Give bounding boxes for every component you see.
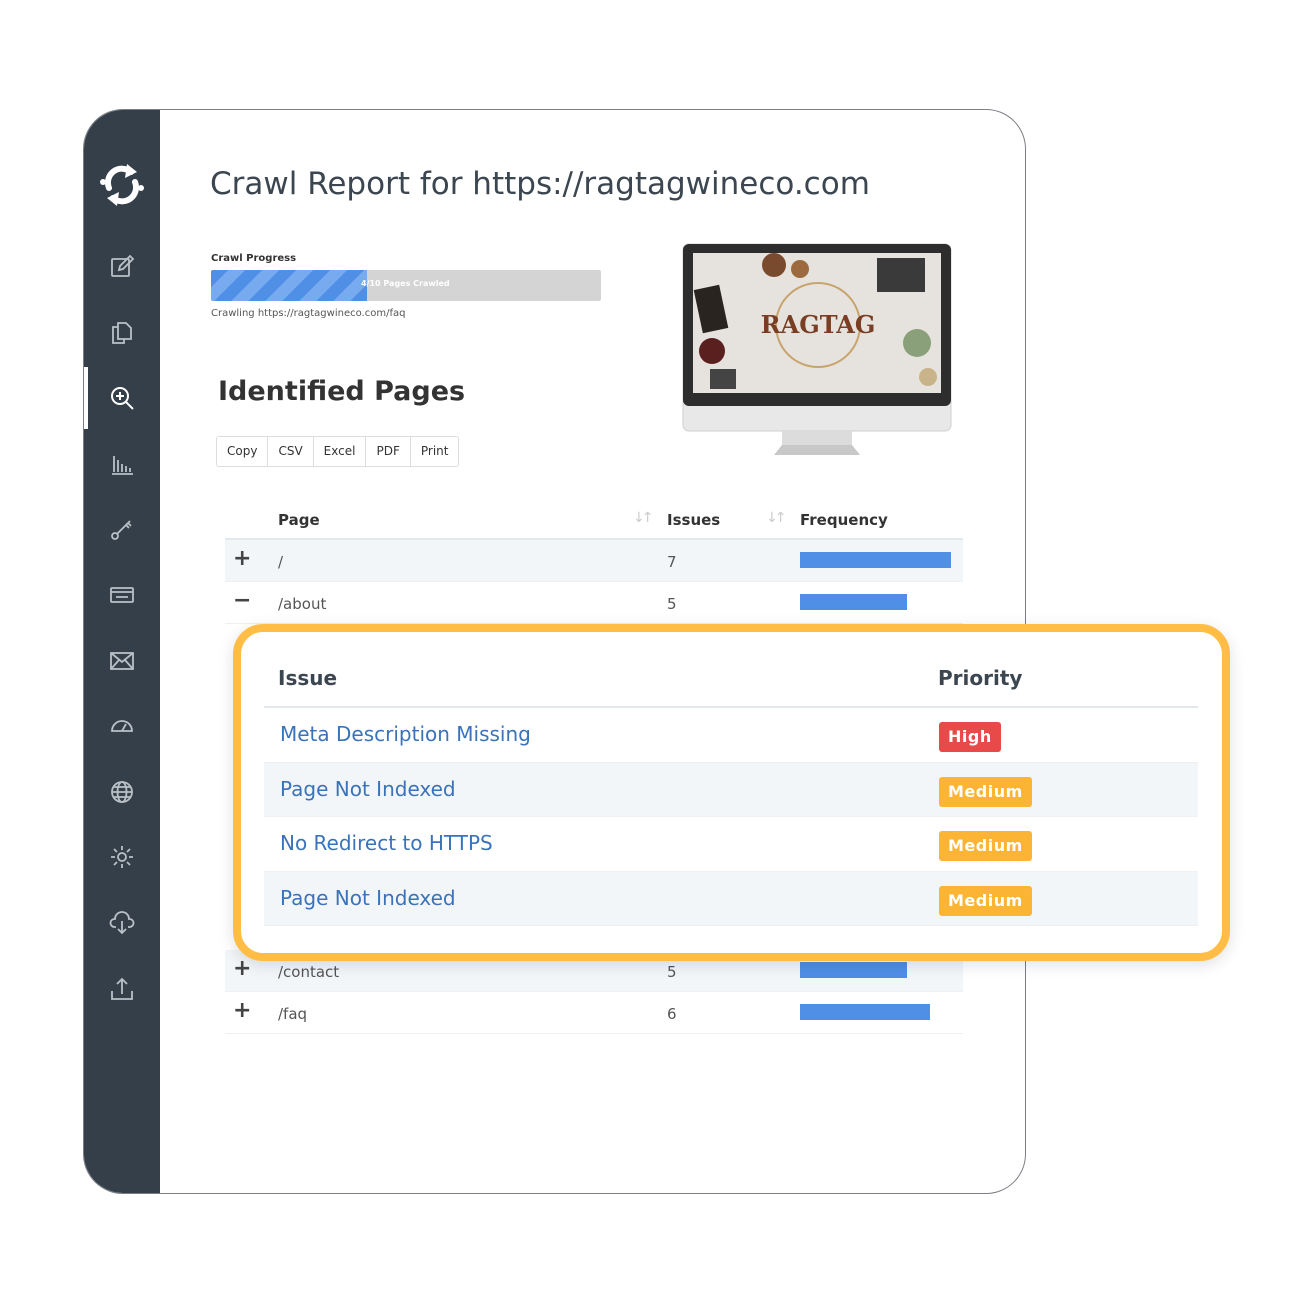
- crawl-progress-bar: 4/10 Pages Crawled: [211, 270, 601, 301]
- frequency-bar: [800, 594, 907, 610]
- export-button-group: Copy CSV Excel PDF Print: [216, 436, 460, 467]
- page-path: /faq: [278, 1005, 308, 1023]
- chart-icon: [112, 456, 133, 475]
- pdf-button[interactable]: PDF: [366, 437, 411, 466]
- crawling-status: Crawling https://ragtagwineco.com/faq: [211, 308, 406, 319]
- progress-label: Crawl Progress: [211, 253, 297, 264]
- csv-button[interactable]: CSV: [268, 437, 314, 466]
- page-path: /contact: [278, 963, 340, 981]
- nav-mail[interactable]: [84, 631, 160, 691]
- issue-count: 5: [667, 595, 677, 613]
- search-icon: [111, 387, 134, 410]
- nav-cards[interactable]: [84, 565, 160, 625]
- section-title: Identified Pages: [218, 376, 466, 407]
- issue-table-header: Issue Priority: [264, 648, 1198, 708]
- column-header-frequency[interactable]: Frequency: [800, 511, 888, 529]
- sidebar: [84, 110, 160, 1193]
- nav-settings[interactable]: [84, 827, 160, 887]
- issue-row: No Redirect to HTTPS Medium: [264, 817, 1198, 872]
- issue-row: Meta Description Missing High: [264, 708, 1198, 763]
- issue-count: 6: [667, 1005, 677, 1023]
- nav-pages[interactable]: [84, 302, 160, 362]
- globe-icon: [111, 781, 133, 803]
- nav-download[interactable]: [84, 893, 160, 953]
- sort-icon[interactable]: ↓↑: [633, 510, 654, 526]
- expand-toggle-icon[interactable]: −: [233, 590, 251, 612]
- excel-button[interactable]: Excel: [313, 437, 367, 466]
- issue-link[interactable]: Meta Description Missing: [280, 722, 531, 746]
- issue-row: Page Not Indexed Medium: [264, 871, 1198, 926]
- column-header-issues[interactable]: Issues: [667, 511, 720, 529]
- issue-detail-card: Issue Priority Meta Description Missing H…: [233, 624, 1230, 961]
- cloud-download-icon: [109, 911, 135, 935]
- copy-button[interactable]: Copy: [217, 437, 269, 466]
- key-icon: [111, 520, 132, 540]
- nav-upload[interactable]: [84, 959, 160, 1019]
- expand-toggle-icon[interactable]: +: [233, 958, 251, 980]
- progress-text: 4/10 Pages Crawled: [361, 279, 450, 288]
- nav-analytics[interactable]: [84, 434, 160, 494]
- nav-global[interactable]: [84, 762, 160, 822]
- issue-count: 7: [667, 553, 677, 571]
- issue-link[interactable]: Page Not Indexed: [280, 777, 456, 801]
- edit-icon: [111, 254, 135, 277]
- column-header-issue: Issue: [278, 666, 338, 690]
- copy-icon: [112, 322, 132, 344]
- priority-badge: Medium: [939, 831, 1032, 861]
- issue-link[interactable]: Page Not Indexed: [280, 886, 456, 910]
- issue-link[interactable]: No Redirect to HTTPS: [280, 831, 493, 855]
- upload-icon: [111, 977, 133, 1000]
- table-row[interactable]: + / 7: [225, 540, 963, 582]
- card-icon: [110, 587, 134, 603]
- preview-brand-text: RAGTAG: [761, 310, 876, 339]
- progress-fill: [211, 270, 367, 301]
- gauge-icon: [111, 720, 133, 732]
- issue-count: 5: [667, 963, 677, 981]
- nav-keywords[interactable]: [84, 499, 160, 559]
- app-logo-icon: [100, 164, 144, 206]
- nav-edit[interactable]: [84, 237, 160, 297]
- site-preview-monitor: RAGTAG: [682, 243, 952, 455]
- expand-toggle-icon[interactable]: +: [233, 1000, 251, 1022]
- issue-row: Page Not Indexed Medium: [264, 762, 1198, 817]
- page-path: /: [278, 553, 284, 571]
- priority-badge: Medium: [939, 885, 1032, 916]
- frequency-bar: [800, 1004, 930, 1020]
- nav-crawl[interactable]: [84, 368, 160, 428]
- frequency-bar: [800, 962, 907, 978]
- page-path: /about: [278, 595, 327, 613]
- sort-icon[interactable]: ↓↑: [766, 510, 787, 526]
- mail-icon: [110, 652, 134, 670]
- gear-icon: [111, 846, 133, 868]
- column-header-page[interactable]: Page: [278, 511, 320, 529]
- print-button[interactable]: Print: [410, 437, 459, 466]
- priority-badge: High: [939, 722, 1001, 752]
- table-header: Page ↓↑ Issues ↓↑ Frequency: [225, 502, 963, 540]
- table-row[interactable]: + /faq 6: [225, 992, 963, 1034]
- column-header-priority: Priority: [938, 666, 1023, 690]
- page-title: Crawl Report for https://ragtagwineco.co…: [210, 166, 870, 202]
- expand-toggle-icon[interactable]: +: [233, 548, 251, 570]
- table-row[interactable]: − /about 5: [225, 582, 963, 624]
- priority-badge: Medium: [939, 776, 1032, 807]
- nav-speed[interactable]: [84, 696, 160, 756]
- frequency-bar: [800, 552, 951, 568]
